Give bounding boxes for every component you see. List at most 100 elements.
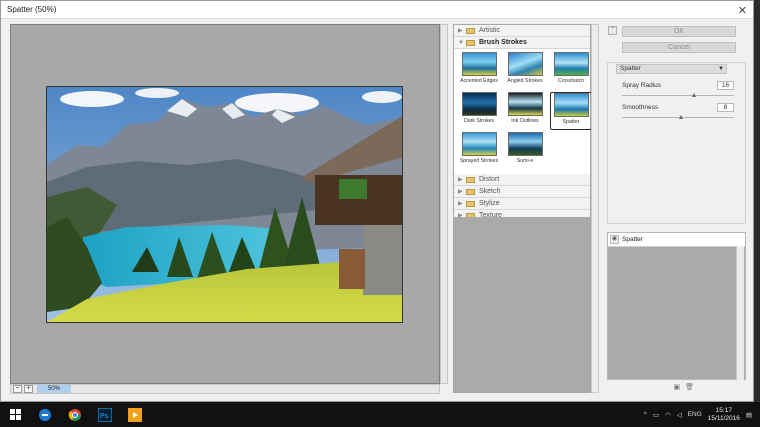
category-label: Distort [479, 176, 500, 183]
thumb-angled-strokes[interactable]: Angled Strokes [504, 52, 546, 90]
taskbar: Ps ^ ▭ ◠ ◁ ENG 15:17 15/11/2016 ▤ [0, 402, 760, 427]
thumb-crosshatch[interactable]: Crosshatch [550, 52, 592, 90]
folder-icon [466, 200, 475, 207]
thumb-accented-edges[interactable]: Accented Edges [458, 52, 500, 90]
effect-layer-row[interactable]: ◉ Spatter [608, 233, 745, 247]
filter-settings: Spatter ▼ Spray Radius 16 Smoothness 8 [607, 62, 746, 224]
filter-gallery: ▶ Artistic ▼ Brush Strokes Accented Edge… [453, 24, 592, 393]
category-artistic[interactable]: ▶ Artistic [454, 25, 590, 37]
thumbnail-image [507, 52, 543, 76]
cancel-button[interactable]: Cancel [622, 42, 736, 53]
spray-radius-slider[interactable] [622, 95, 734, 96]
thumbnail-image [461, 92, 497, 116]
thumbnail-label: Crosshatch [557, 78, 585, 84]
category-distort[interactable]: ▶ Distort [454, 174, 590, 186]
zoom-in-button[interactable]: + [24, 385, 33, 393]
eye-icon[interactable]: ◉ [610, 235, 619, 244]
thumbnail-image [507, 132, 543, 156]
folder-icon [466, 27, 475, 34]
spray-radius-slider-handle[interactable] [691, 93, 696, 97]
category-label: Brush Strokes [479, 39, 527, 46]
collapse-gallery-icon[interactable]: ⌃ [608, 26, 617, 35]
expand-arrow-icon: ▶ [458, 189, 463, 195]
svg-text:Ps: Ps [100, 413, 109, 420]
effect-layer-name: Spatter [622, 236, 643, 243]
language-indicator[interactable]: ENG [688, 411, 702, 418]
thumbnail-label: Ink Outlines [511, 118, 539, 124]
smoothness-label: Smoothness [622, 104, 659, 111]
thumbnail-image [461, 132, 497, 156]
wifi-icon[interactable]: ◠ [665, 411, 671, 419]
gallery-empty-area [454, 217, 590, 392]
smoothness-slider[interactable] [622, 117, 734, 118]
system-tray: ^ ▭ ◠ ◁ ENG 15:17 15/11/2016 ▤ [644, 402, 752, 427]
thumb-spatter[interactable]: Spatter [550, 92, 592, 130]
zoom-out-button[interactable]: − [13, 385, 22, 393]
expand-arrow-icon: ▶ [458, 28, 463, 34]
spray-radius-input[interactable]: 16 [717, 81, 734, 90]
thumbnail-label: Sumi-e [516, 158, 534, 164]
folder-icon [466, 39, 475, 46]
layers-toolbar: ▣ 🗑 [607, 383, 746, 393]
expand-arrow-icon: ▶ [458, 201, 463, 207]
preview-vertical-scrollbar[interactable] [440, 24, 448, 384]
thumb-ink-outlines[interactable]: Ink Outlines [504, 92, 546, 130]
thumbnail-image [553, 93, 589, 117]
gallery-scrollbar[interactable] [591, 24, 599, 393]
windows-start-icon[interactable] [0, 402, 30, 427]
filter-select-value: Spatter [620, 65, 641, 72]
preview-photo [46, 86, 403, 323]
smoothness-input[interactable]: 8 [717, 103, 734, 112]
chrome-browser-icon[interactable] [60, 402, 90, 427]
collapse-arrow-icon: ▼ [458, 39, 464, 46]
network-icon[interactable]: ▭ [653, 411, 659, 419]
title-bar: Spatter (50%) ✕ [1, 1, 753, 19]
chevron-up-icon[interactable]: ^ [644, 411, 647, 418]
edge-browser-icon[interactable] [30, 402, 60, 427]
layers-scrollbar[interactable] [736, 246, 744, 380]
thumb-dark-strokes[interactable]: Dark Strokes [458, 92, 500, 130]
thumbnail-label: Spatter [562, 119, 580, 125]
category-label: Stylize [479, 200, 500, 207]
close-icon[interactable]: ✕ [738, 4, 747, 17]
ok-button[interactable]: OK [622, 26, 736, 37]
category-label: Artistic [479, 27, 500, 34]
category-brush-strokes[interactable]: ▼ Brush Strokes [454, 37, 590, 49]
thumb-sprayed-strokes[interactable]: Sprayed Strokes [458, 132, 500, 170]
thumbnail-label: Dark Strokes [464, 118, 494, 124]
thumb-sumi-e[interactable]: Sumi-e [504, 132, 546, 170]
clock[interactable]: 15:17 15/11/2016 [708, 407, 740, 423]
effect-layers-panel: ◉ Spatter [607, 232, 746, 380]
folder-icon [466, 176, 475, 183]
expand-arrow-icon: ▶ [458, 177, 463, 183]
new-effect-layer-icon[interactable]: ▣ [673, 383, 680, 393]
chevron-down-icon: ▼ [718, 66, 724, 72]
volume-icon[interactable]: ◁ [677, 411, 682, 419]
category-sketch[interactable]: ▶ Sketch [454, 186, 590, 198]
thumbnail-image [553, 52, 589, 76]
filter-select[interactable]: Spatter ▼ [616, 64, 727, 74]
smoothness-slider-handle[interactable] [679, 115, 684, 119]
thumbnail-label: Angled Strokes [507, 78, 543, 84]
landscape-image [47, 87, 402, 322]
media-player-icon[interactable] [120, 402, 150, 427]
category-stylize[interactable]: ▶ Stylize [454, 198, 590, 210]
thumbnail-label: Sprayed Strokes [459, 158, 499, 164]
notifications-icon[interactable]: ▤ [746, 411, 752, 419]
brush-strokes-thumbnails: Accented Edges Angled Strokes Crosshatch… [454, 49, 592, 174]
window-title: Spatter (50%) [7, 5, 57, 14]
thumbnail-image [461, 52, 497, 76]
preview-bottom-bar: − + 50% [10, 384, 440, 394]
clock-date: 15/11/2016 [707, 414, 740, 422]
clock-time: 15:17 [715, 406, 732, 414]
thumbnail-label: Accented Edges [460, 78, 498, 84]
delete-effect-layer-icon[interactable]: 🗑 [685, 383, 694, 393]
photoshop-icon[interactable]: Ps [90, 402, 120, 427]
spray-radius-label: Spray Radius [622, 82, 662, 89]
smoothness-control: Smoothness 8 [622, 103, 734, 119]
category-label: Sketch [479, 188, 501, 195]
spray-radius-control: Spray Radius 16 [622, 81, 734, 97]
zoom-level[interactable]: 50% [37, 385, 71, 393]
folder-icon [466, 188, 475, 195]
thumbnail-image [507, 92, 543, 116]
